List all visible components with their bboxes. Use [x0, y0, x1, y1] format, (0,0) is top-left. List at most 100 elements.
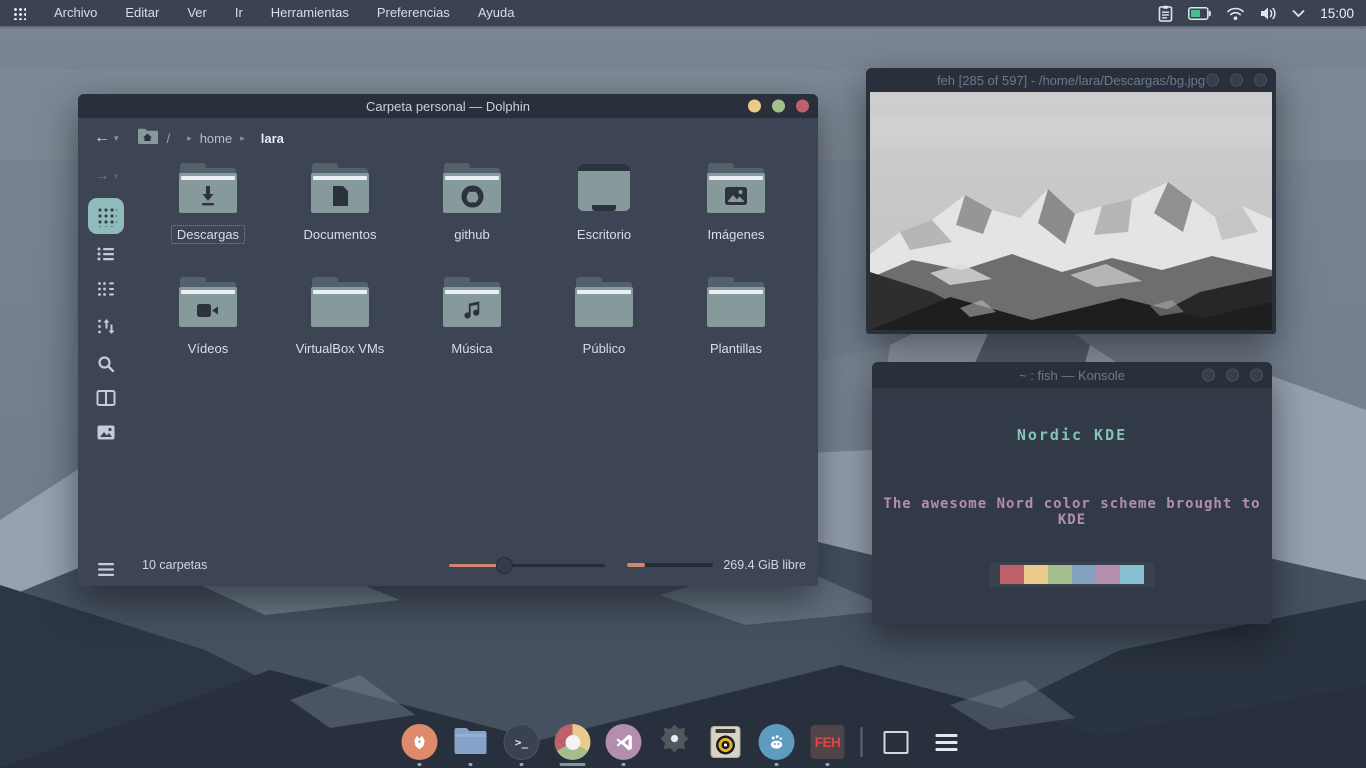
- konsole-title: ~ : fish — Konsole: [1019, 368, 1125, 383]
- zoom-slider[interactable]: [449, 557, 605, 573]
- dock-separator: [861, 727, 863, 757]
- back-history-caret-icon[interactable]: ▾: [114, 133, 119, 144]
- back-button[interactable]: ←: [94, 130, 110, 146]
- battery-icon[interactable]: [1188, 7, 1211, 20]
- split-view-icon: [97, 390, 116, 406]
- dock: >_ FEH: [402, 724, 965, 760]
- zoom-slider-knob[interactable]: [496, 557, 513, 574]
- folder-item-github[interactable]: github: [406, 163, 538, 277]
- preview-button[interactable]: [97, 425, 115, 440]
- menu-ver[interactable]: Ver: [173, 0, 221, 26]
- compact-view-button[interactable]: [97, 281, 115, 297]
- feh-titlebar[interactable]: feh [285 of 597] - /home/lara/Descargas/…: [866, 68, 1276, 92]
- breadcrumb-root[interactable]: /: [167, 131, 171, 146]
- konsole-titlebar[interactable]: ~ : fish — Konsole: [872, 362, 1272, 388]
- menu-preferencias[interactable]: Preferencias: [363, 0, 464, 26]
- folder-item-descargas[interactable]: Descargas: [142, 163, 274, 277]
- folder-item-publico[interactable]: Público: [538, 277, 670, 391]
- dolphin-titlebar[interactable]: Carpeta personal — Dolphin: [78, 94, 818, 118]
- terminal-area[interactable]: Nordic KDE The awesome Nord color scheme…: [872, 388, 1272, 624]
- breadcrumb-current[interactable]: lara: [261, 131, 284, 146]
- konsole-window: ~ : fish — Konsole Nordic KDE The awesom…: [872, 362, 1272, 624]
- folder-item-videos[interactable]: Vídeos: [142, 277, 274, 391]
- breadcrumb-home-icon[interactable]: [137, 128, 158, 149]
- minimize-button[interactable]: [1202, 369, 1215, 382]
- folder-item-musica[interactable]: Música: [406, 277, 538, 391]
- dock-firefox[interactable]: [402, 724, 438, 760]
- icons-view-button[interactable]: [88, 198, 124, 234]
- dock-show-desktop[interactable]: [878, 724, 914, 760]
- palette-swatch-green: [1048, 565, 1072, 584]
- dock-audio-player[interactable]: [708, 724, 744, 760]
- image-icon: [707, 179, 765, 213]
- split-view-button[interactable]: [97, 390, 116, 406]
- zoom-slider-track[interactable]: [505, 564, 605, 567]
- folder-item-virtualbox-vms[interactable]: VirtualBox VMs: [274, 277, 406, 391]
- wifi-icon[interactable]: [1226, 6, 1245, 21]
- app-grid-icon: [13, 7, 26, 20]
- folder-label: Escritorio: [571, 225, 637, 244]
- menu-editar[interactable]: Editar: [111, 0, 173, 26]
- close-button[interactable]: [1250, 369, 1263, 382]
- maximize-button[interactable]: [772, 100, 785, 113]
- sort-button[interactable]: [97, 318, 115, 335]
- folder-item-imagenes[interactable]: Imágenes: [670, 163, 802, 277]
- breadcrumb-home[interactable]: home: [200, 131, 233, 146]
- dolphin-side-toolbar: → ▾: [78, 158, 134, 586]
- video-icon: [179, 293, 237, 327]
- dock-terminal[interactable]: >_: [504, 724, 540, 760]
- hamburger-icon: [98, 563, 114, 576]
- dock-settings[interactable]: [657, 724, 693, 760]
- minimize-button[interactable]: [748, 100, 761, 113]
- menu-herramientas[interactable]: Herramientas: [257, 0, 363, 26]
- folder-item-escritorio[interactable]: Escritorio: [538, 163, 670, 277]
- maximize-button[interactable]: [1230, 74, 1243, 87]
- top-panel: Archivo Editar Ver Ir Herramientas Prefe…: [0, 0, 1366, 26]
- github-icon: [443, 179, 501, 213]
- system-tray: 15:00: [1158, 5, 1366, 22]
- app-launcher-button[interactable]: [6, 0, 32, 26]
- palette-swatch-purple: [1096, 565, 1120, 584]
- list-view-icon: [97, 246, 115, 262]
- gimp-icon: [759, 724, 795, 760]
- music-icon: [443, 293, 501, 327]
- minimize-button[interactable]: [1206, 74, 1219, 87]
- clock[interactable]: 15:00: [1320, 6, 1354, 21]
- search-button[interactable]: [97, 355, 115, 373]
- menu-ayuda[interactable]: Ayuda: [464, 0, 529, 26]
- dolphin-toolbar: ← ▾ / ▸ home ▸ lara: [78, 118, 818, 158]
- terminal-subtitle: The awesome Nord color scheme brought to…: [872, 496, 1272, 528]
- global-menubar: Archivo Editar Ver Ir Herramientas Prefe…: [40, 0, 528, 26]
- free-space: 269.4 GiB libre: [723, 558, 806, 572]
- icons-view-icon: [96, 206, 117, 227]
- forward-history-caret-icon: ▾: [114, 171, 119, 182]
- folder-label: Imágenes: [701, 225, 770, 244]
- download-icon: [179, 179, 237, 213]
- dock-chromium[interactable]: [555, 724, 591, 760]
- hamburger-icon: [936, 734, 958, 751]
- folder-item-plantillas[interactable]: Plantillas: [670, 277, 802, 391]
- terminal-icon: >_: [504, 724, 540, 760]
- close-button[interactable]: [796, 100, 809, 113]
- list-view-button[interactable]: [97, 246, 115, 262]
- show-desktop-icon: [883, 731, 908, 754]
- dock-file-manager[interactable]: [453, 724, 489, 760]
- dock-gimp[interactable]: [759, 724, 795, 760]
- breadcrumb-chevron-icon: ▸: [240, 133, 245, 144]
- folder-item-documentos[interactable]: Documentos: [274, 163, 406, 277]
- dock-panel-menu[interactable]: [929, 724, 965, 760]
- close-button[interactable]: [1254, 74, 1267, 87]
- palette-swatch-cyan: [1120, 565, 1144, 584]
- maximize-button[interactable]: [1226, 369, 1239, 382]
- chevron-down-icon[interactable]: [1292, 9, 1305, 18]
- clipboard-icon[interactable]: [1158, 5, 1173, 22]
- volume-icon[interactable]: [1260, 6, 1277, 21]
- dock-feh[interactable]: FEH: [810, 724, 846, 760]
- menu-archivo[interactable]: Archivo: [40, 0, 111, 26]
- forward-button[interactable]: → ▾: [94, 168, 119, 184]
- speaker-icon: [711, 726, 741, 758]
- dock-vscode[interactable]: [606, 724, 642, 760]
- forward-arrow-icon: →: [94, 168, 110, 184]
- status-menu-button[interactable]: [98, 563, 114, 576]
- menu-ir[interactable]: Ir: [221, 0, 257, 26]
